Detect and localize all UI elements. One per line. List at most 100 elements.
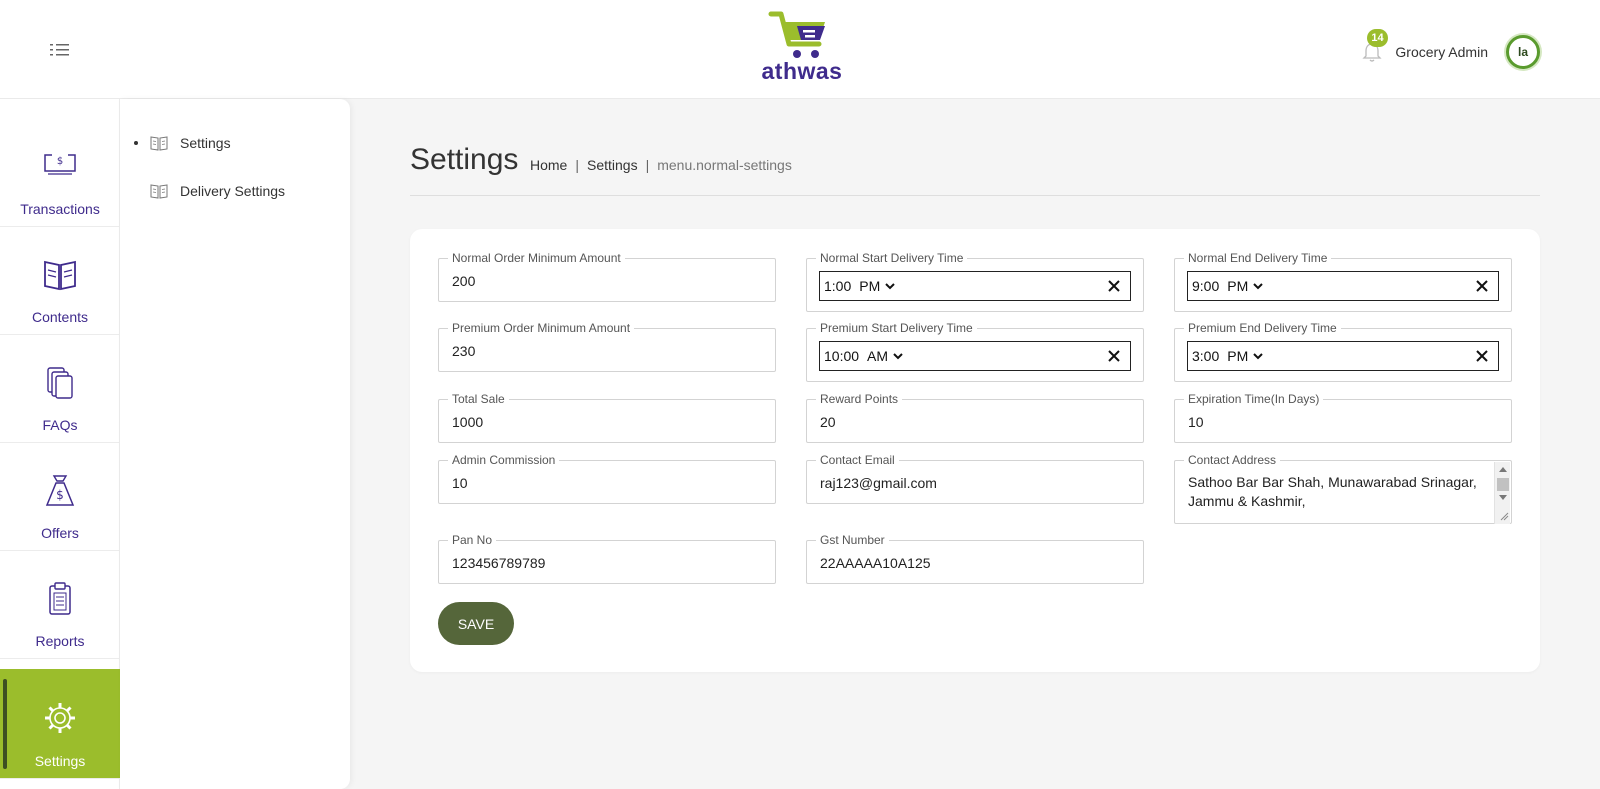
gst-number-input[interactable] — [820, 555, 1130, 571]
total-sale-input[interactable] — [452, 414, 762, 430]
svg-text:$: $ — [56, 488, 64, 502]
gst-number-field: Gst Number — [806, 533, 1144, 584]
brand-name: athwas — [761, 58, 843, 84]
book-icon — [150, 184, 168, 199]
field-label: Premium Start Delivery Time — [816, 321, 977, 335]
field-label: Admin Commission — [448, 453, 560, 467]
ampm-value: PM — [859, 278, 881, 294]
field-label: Premium Order Minimum Amount — [448, 321, 635, 335]
breadcrumb-separator: | — [645, 157, 650, 173]
resize-grip-icon[interactable] — [1499, 511, 1509, 521]
normal-end-time-field: Normal End Delivery Time 9:00 PM — [1174, 251, 1512, 312]
premium-min-amount-input[interactable] — [452, 343, 762, 359]
sidebar-item-transactions[interactable]: $ Transactions — [0, 117, 120, 227]
reward-points-field: Reward Points — [806, 392, 1144, 443]
sidebar-item-contents[interactable]: Contents — [0, 225, 120, 335]
time-value: 1:00 — [824, 278, 852, 294]
admin-commission-input[interactable] — [452, 475, 762, 491]
chevron-down-icon[interactable] — [1252, 282, 1264, 290]
submenu-label-settings: Settings — [180, 135, 231, 151]
clear-icon[interactable] — [1106, 278, 1122, 294]
expiration-time-input[interactable] — [1188, 414, 1498, 430]
pan-no-field: Pan No — [438, 533, 776, 584]
premium-end-time-field: Premium End Delivery Time 3:00 PM — [1174, 321, 1512, 382]
field-label: Contact Email — [816, 453, 899, 467]
chevron-down-icon[interactable] — [884, 282, 896, 290]
ampm-value: AM — [867, 348, 889, 364]
time-value: 10:00 — [824, 348, 860, 364]
save-button[interactable]: SAVE — [438, 602, 514, 645]
breadcrumb-settings[interactable]: Settings — [587, 157, 638, 173]
clipboard-icon — [0, 581, 120, 619]
field-label: Normal Order Minimum Amount — [448, 251, 625, 265]
scroll-thumb[interactable] — [1497, 478, 1509, 491]
breadcrumb-current: menu.normal-settings — [657, 157, 792, 173]
breadcrumb-home[interactable]: Home — [530, 157, 567, 173]
user-area: 14 Grocery Admin la — [1361, 29, 1540, 74]
total-sale-field: Total Sale — [438, 392, 776, 443]
scroll-up-icon[interactable] — [1499, 467, 1507, 472]
clear-icon[interactable] — [1106, 348, 1122, 364]
sidebar-item-reports[interactable]: Reports — [0, 549, 120, 659]
contact-email-input[interactable] — [820, 475, 1130, 491]
breadcrumb: Home | Settings | menu.normal-settings — [530, 157, 800, 173]
sidebar-item-offers[interactable]: $ Offers — [0, 441, 120, 551]
premium-min-amount-field: Premium Order Minimum Amount — [438, 321, 776, 372]
premium-end-time-picker[interactable]: 3:00 PM — [1187, 341, 1499, 371]
field-label: Pan No — [448, 533, 497, 547]
contact-email-field: Contact Email — [806, 453, 1144, 504]
brand-logo[interactable]: athwas — [752, 10, 852, 90]
normal-start-time-picker[interactable]: 1:00 PM — [819, 271, 1131, 301]
sidebar-label-settings: Settings — [34, 753, 86, 769]
notification-bell-icon[interactable]: 14 — [1361, 29, 1388, 63]
notification-count-badge: 14 — [1367, 29, 1388, 47]
chevron-down-icon[interactable] — [1252, 352, 1264, 360]
field-label: Premium End Delivery Time — [1184, 321, 1341, 335]
sidebar-label-offers: Offers — [41, 525, 79, 541]
time-value: 3:00 — [1192, 348, 1220, 364]
premium-start-time-picker[interactable]: 10:00 AM — [819, 341, 1131, 371]
money-icon: $ — [0, 149, 120, 187]
sidebar-label-reports: Reports — [35, 633, 85, 649]
reward-points-input[interactable] — [820, 414, 1130, 430]
breadcrumb-separator: | — [575, 157, 579, 173]
active-bullet — [134, 141, 138, 145]
ampm-value: PM — [1227, 348, 1249, 364]
field-label: Reward Points — [816, 392, 903, 406]
ampm-value: PM — [1227, 278, 1249, 294]
submenu-item-settings[interactable]: Settings — [134, 131, 231, 155]
admin-commission-field: Admin Commission — [438, 453, 776, 504]
sidebar-label-transactions: Transactions — [20, 201, 100, 217]
sidebar-label-contents: Contents — [31, 309, 89, 325]
contact-address-textarea[interactable]: Sathoo Bar Bar Shah, Munawarabad Srinaga… — [1188, 473, 1488, 511]
top-header: athwas 14 Grocery Admin la — [0, 0, 1600, 99]
clear-icon[interactable] — [1474, 348, 1490, 364]
chevron-down-icon[interactable] — [892, 352, 904, 360]
books-icon — [0, 365, 120, 403]
field-label: Contact Address — [1184, 453, 1281, 467]
time-value: 9:00 — [1192, 278, 1220, 294]
field-label: Normal Start Delivery Time — [816, 251, 968, 265]
menu-toggle-icon[interactable] — [48, 40, 72, 60]
normal-end-time-picker[interactable]: 9:00 PM — [1187, 271, 1499, 301]
scroll-down-icon[interactable] — [1499, 495, 1507, 500]
contact-address-field: Contact Address Sathoo Bar Bar Shah, Mun… — [1174, 453, 1512, 524]
sidebar-rail: $ Transactions Contents FAQs $ Offers Re… — [0, 99, 120, 789]
book-icon — [150, 136, 168, 151]
submenu-panel: Settings Delivery Settings — [120, 99, 350, 789]
premium-start-time-field: Premium Start Delivery Time 10:00 AM — [806, 321, 1144, 382]
submenu-item-delivery-settings[interactable]: Delivery Settings — [134, 179, 285, 203]
pan-no-input[interactable] — [452, 555, 762, 571]
user-name[interactable]: Grocery Admin — [1395, 44, 1488, 60]
normal-start-time-field: Normal Start Delivery Time 1:00 PM — [806, 251, 1144, 312]
gear-icon — [0, 701, 120, 739]
avatar[interactable]: la — [1506, 35, 1540, 69]
sidebar-item-settings[interactable]: Settings — [0, 669, 120, 779]
normal-min-amount-input[interactable] — [452, 273, 762, 289]
divider — [410, 195, 1540, 196]
clear-icon[interactable] — [1474, 278, 1490, 294]
field-label: Total Sale — [448, 392, 509, 406]
page-title: Settings — [410, 143, 519, 176]
sidebar-item-faqs[interactable]: FAQs — [0, 333, 120, 443]
field-label: Gst Number — [816, 533, 889, 547]
